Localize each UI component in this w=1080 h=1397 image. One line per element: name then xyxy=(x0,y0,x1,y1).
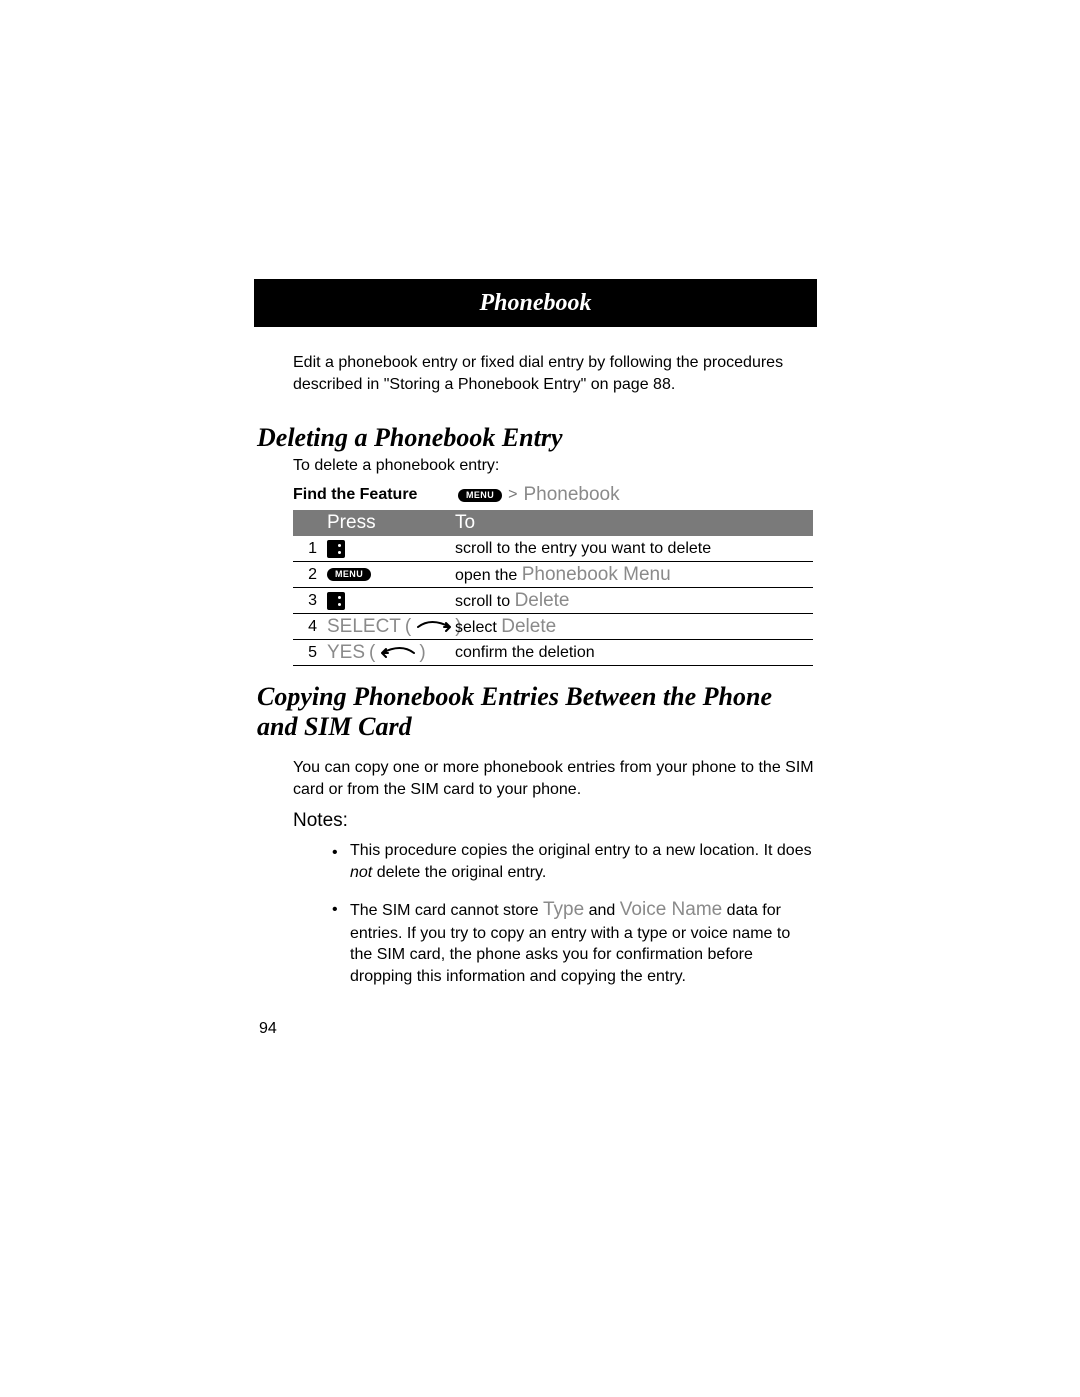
note2-b: and xyxy=(584,902,620,919)
notes-list: • This procedure copies the original ent… xyxy=(332,840,812,1002)
note2-a: The SIM card cannot store xyxy=(350,902,543,919)
table-row: 5 YES ( ) confirm the deletion xyxy=(293,640,813,666)
notes-label: Notes: xyxy=(293,810,348,832)
step-action-term: Delete xyxy=(515,590,570,611)
bullet-icon: • xyxy=(332,842,338,864)
scroll-key-icon xyxy=(327,592,345,610)
list-item: • The SIM card cannot store Type and Voi… xyxy=(332,897,812,987)
note1-not: not xyxy=(350,864,372,881)
step-action-prefix: open the xyxy=(455,567,522,584)
softkey-label: SELECT xyxy=(327,616,401,638)
find-feature-row: Find the Feature MENU > Phonebook xyxy=(293,482,813,508)
step-action-prefix: scroll to xyxy=(455,593,515,610)
close-paren: ) xyxy=(419,642,425,664)
open-paren: ( xyxy=(369,642,375,664)
step-action-term: Delete xyxy=(501,616,556,637)
breadcrumb-phonebook: Phonebook xyxy=(523,484,619,506)
intro-paragraph: Edit a phonebook entry or fixed dial ent… xyxy=(293,352,788,395)
bullet-icon: • xyxy=(332,899,338,921)
step-action-prefix: select xyxy=(455,619,501,636)
step-number: 5 xyxy=(293,644,327,662)
note2-voicename: Voice Name xyxy=(620,899,722,920)
note1-b: delete the original entry. xyxy=(372,864,546,881)
menu-key-icon: MENU xyxy=(458,489,502,502)
note2-type: Type xyxy=(543,899,584,920)
table-header: Press To xyxy=(293,510,813,536)
page-number: 94 xyxy=(259,1020,277,1038)
delete-lead: To delete a phonebook entry: xyxy=(293,457,499,475)
open-paren: ( xyxy=(405,616,411,638)
list-item: • This procedure copies the original ent… xyxy=(332,840,812,883)
table-row: 3 scroll to Delete xyxy=(293,588,813,614)
step-number: 2 xyxy=(293,566,327,584)
breadcrumb-separator: > xyxy=(508,486,517,504)
table-row: 4 SELECT ( ) select Delete xyxy=(293,614,813,640)
step-action: confirm the deletion xyxy=(455,644,595,661)
table-row: 1 scroll to the entry you want to delete xyxy=(293,536,813,562)
softkey-label: YES xyxy=(327,642,365,664)
section-heading-copy: Copying Phonebook Entries Between the Ph… xyxy=(257,682,817,742)
step-number: 4 xyxy=(293,618,327,636)
chapter-title: Phonebook xyxy=(479,290,591,317)
step-action: scroll to the entry you want to delete xyxy=(455,540,711,557)
section-heading-delete: Deleting a Phonebook Entry xyxy=(257,423,563,453)
table-row: 2 MENU open the Phonebook Menu xyxy=(293,562,813,588)
col-header-press: Press xyxy=(327,512,455,534)
scroll-key-icon xyxy=(327,540,345,558)
chapter-header: Phonebook xyxy=(254,279,817,327)
left-softkey-icon xyxy=(381,646,415,660)
find-feature-label: Find the Feature xyxy=(293,486,458,504)
step-action-term: Phonebook Menu xyxy=(522,564,671,585)
step-number: 1 xyxy=(293,540,327,558)
right-softkey-icon xyxy=(417,620,451,634)
copy-intro: You can copy one or more phonebook entri… xyxy=(293,757,815,800)
menu-key-icon: MENU xyxy=(327,568,371,581)
note1-a: This procedure copies the original entry… xyxy=(350,842,812,859)
col-header-to: To xyxy=(455,512,813,534)
steps-table: Press To 1 scroll to the entry you want … xyxy=(293,510,813,666)
step-number: 3 xyxy=(293,592,327,610)
